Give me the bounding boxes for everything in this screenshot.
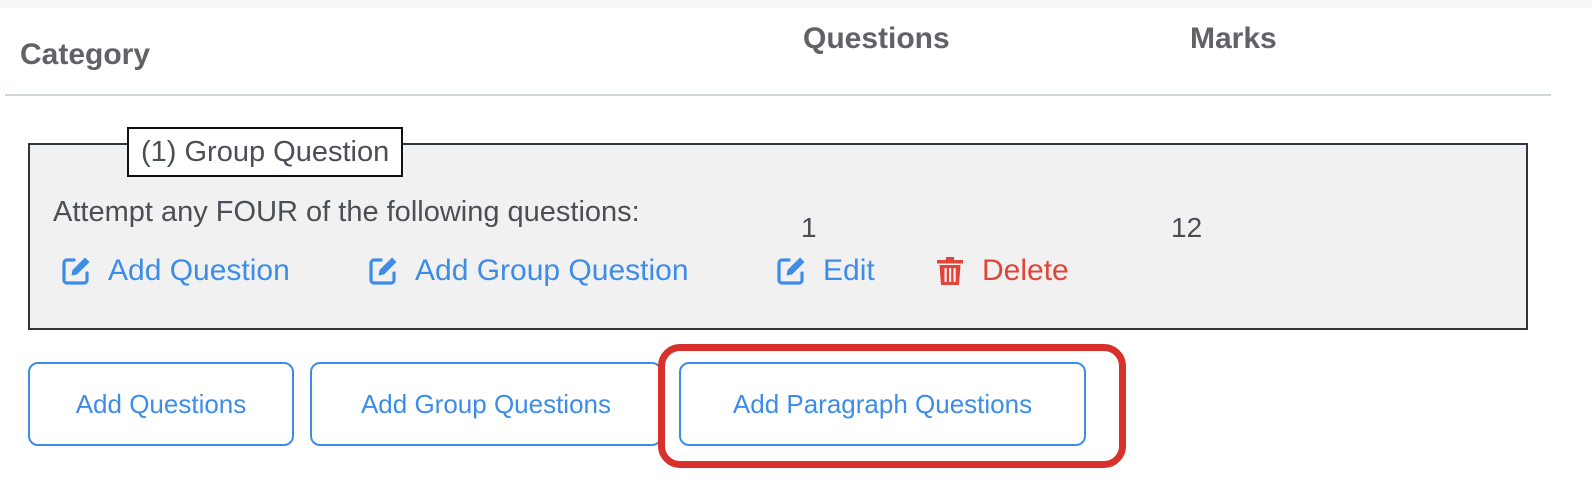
- column-header-category: Category: [20, 38, 151, 71]
- edit-icon: [60, 255, 92, 287]
- add-question-link[interactable]: Add Question: [60, 254, 290, 288]
- top-strip: [0, 0, 1592, 8]
- delete-label: Delete: [982, 254, 1069, 287]
- group-instruction: Attempt any FOUR of the following questi…: [53, 196, 640, 228]
- delete-link[interactable]: Delete: [934, 254, 1069, 288]
- edit-link[interactable]: Edit: [775, 254, 875, 288]
- marks-value: 12: [1171, 212, 1203, 243]
- add-group-question-link[interactable]: Add Group Question: [367, 254, 689, 288]
- group-question-legend: (1) Group Question: [127, 127, 404, 177]
- header-divider: [5, 94, 1551, 96]
- add-group-question-label: Add Group Question: [415, 254, 689, 287]
- edit-icon: [367, 255, 399, 287]
- add-paragraph-questions-button[interactable]: Add Paragraph Questions: [679, 362, 1086, 446]
- trash-icon: [934, 255, 966, 287]
- edit-label: Edit: [823, 254, 875, 287]
- edit-icon: [775, 255, 807, 287]
- column-header-marks: Marks: [1190, 22, 1277, 55]
- column-header-questions: Questions: [803, 22, 950, 55]
- add-question-label: Add Question: [108, 254, 290, 287]
- add-questions-button[interactable]: Add Questions: [28, 362, 294, 446]
- questions-count: 1: [801, 212, 817, 243]
- add-group-questions-button[interactable]: Add Group Questions: [310, 362, 662, 446]
